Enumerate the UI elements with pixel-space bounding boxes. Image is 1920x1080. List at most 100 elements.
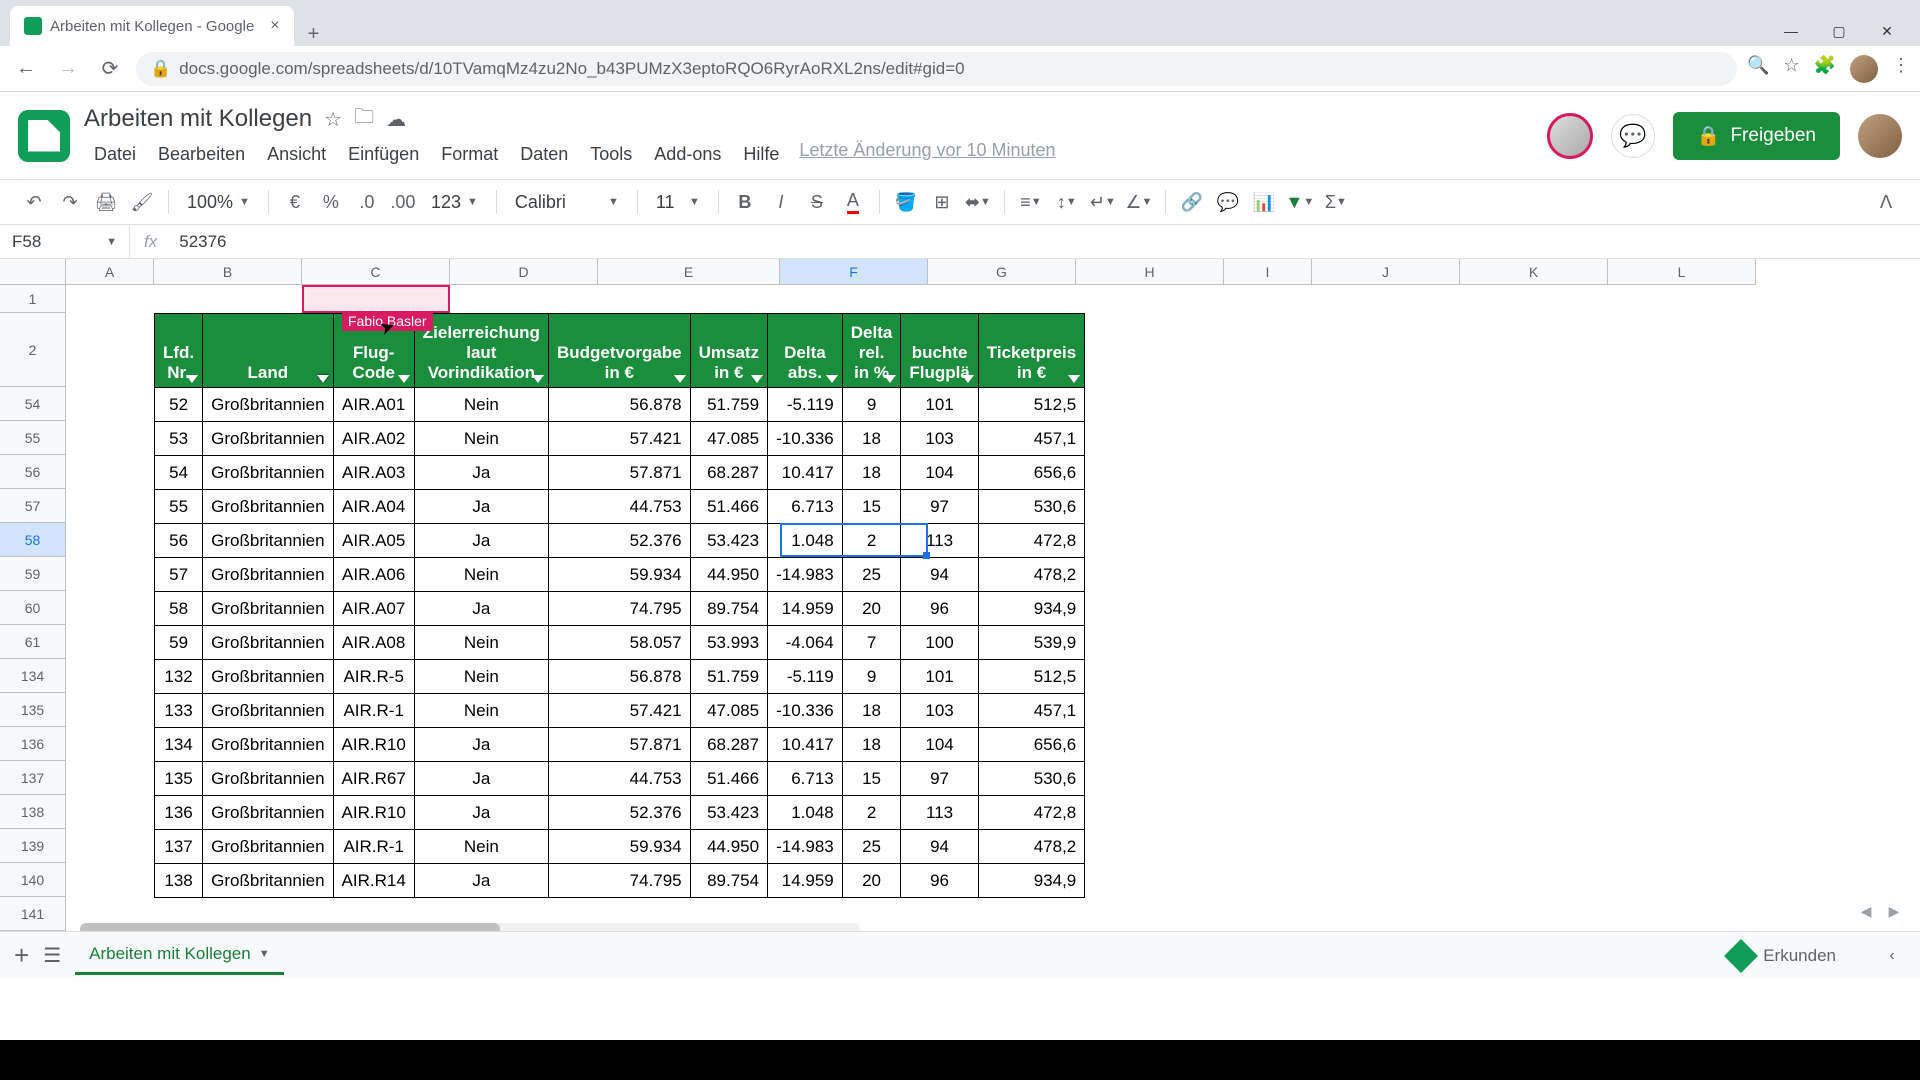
cell[interactable]: Ja	[414, 796, 548, 830]
menu-daten[interactable]: Daten	[510, 140, 578, 169]
cell[interactable]: AIR.R-1	[333, 830, 414, 864]
cell[interactable]: 530,6	[978, 762, 1084, 796]
col-header-K[interactable]: K	[1460, 259, 1608, 285]
cell[interactable]: AIR.R67	[333, 762, 414, 796]
cell[interactable]: 138	[155, 864, 203, 898]
cell[interactable]: Großbritannien	[203, 728, 333, 762]
cell[interactable]: Großbritannien	[203, 592, 333, 626]
cell[interactable]: Großbritannien	[203, 762, 333, 796]
cell[interactable]: Ja	[414, 524, 548, 558]
cell[interactable]: 539,9	[978, 626, 1084, 660]
cell[interactable]: Nein	[414, 830, 548, 864]
cell[interactable]: Großbritannien	[203, 388, 333, 422]
cell[interactable]: 57.871	[548, 728, 690, 762]
cell[interactable]: Großbritannien	[203, 490, 333, 524]
cell[interactable]: 56	[155, 524, 203, 558]
cell[interactable]: AIR.A08	[333, 626, 414, 660]
cell[interactable]: 6.713	[768, 490, 843, 524]
spreadsheet-grid[interactable]: ABCDEFGHIJKL 125455565758596061134135136…	[0, 259, 1920, 979]
cell[interactable]: AIR.A01	[333, 388, 414, 422]
cell[interactable]: 472,8	[978, 796, 1084, 830]
last-edit-text[interactable]: Letzte Änderung vor 10 Minuten	[799, 140, 1055, 169]
cell[interactable]: 15	[842, 762, 901, 796]
table-header[interactable]: Lfd. Nr.	[155, 314, 203, 388]
menu-bearbeiten[interactable]: Bearbeiten	[148, 140, 255, 169]
cell[interactable]: 53.993	[690, 626, 767, 660]
cell[interactable]: 15	[842, 490, 901, 524]
cell[interactable]: 133	[155, 694, 203, 728]
cell[interactable]: Großbritannien	[203, 660, 333, 694]
row-header[interactable]: 61	[0, 625, 66, 659]
menu-icon[interactable]: ⋮	[1892, 55, 1910, 83]
halign-button[interactable]: ≡▼	[1015, 186, 1047, 218]
cell[interactable]: 59	[155, 626, 203, 660]
cell[interactable]: Nein	[414, 388, 548, 422]
row-header[interactable]: 60	[0, 591, 66, 625]
cell[interactable]: 6.713	[768, 762, 843, 796]
row-header[interactable]: 141	[0, 897, 66, 931]
cloud-icon[interactable]: ☁	[386, 107, 406, 132]
rotate-button[interactable]: ∠▼	[1123, 186, 1155, 218]
row-header[interactable]: 134	[0, 659, 66, 693]
row-header[interactable]: 135	[0, 693, 66, 727]
cell[interactable]: 530,6	[978, 490, 1084, 524]
cell[interactable]: 94	[901, 558, 978, 592]
cell[interactable]: 54	[155, 456, 203, 490]
cell[interactable]: 1.048	[768, 796, 843, 830]
col-header-C[interactable]: C	[302, 259, 450, 285]
cell[interactable]: 478,2	[978, 830, 1084, 864]
table-header[interactable]: Delta rel. in %	[842, 314, 901, 388]
cell[interactable]: 57.421	[548, 694, 690, 728]
cell[interactable]: Großbritannien	[203, 864, 333, 898]
cell[interactable]: 9	[842, 388, 901, 422]
cell[interactable]: 103	[901, 422, 978, 456]
cell[interactable]: Großbritannien	[203, 558, 333, 592]
cell[interactable]: 58	[155, 592, 203, 626]
cell[interactable]: AIR.R10	[333, 796, 414, 830]
cell[interactable]: Nein	[414, 694, 548, 728]
row-header[interactable]: 139	[0, 829, 66, 863]
row-header[interactable]: 137	[0, 761, 66, 795]
cell[interactable]: AIR.A05	[333, 524, 414, 558]
table-header[interactable]: Land	[203, 314, 333, 388]
cell[interactable]: 10.417	[768, 728, 843, 762]
functions-button[interactable]: Σ▼	[1320, 186, 1352, 218]
fill-color-button[interactable]: 🪣	[890, 186, 922, 218]
collapse-toolbar-button[interactable]: ᐱ	[1870, 186, 1902, 218]
cell[interactable]: Ja	[414, 592, 548, 626]
row-header[interactable]: 57	[0, 489, 66, 523]
cell[interactable]: -10.336	[768, 422, 843, 456]
increase-decimal-button[interactable]: .00	[387, 186, 419, 218]
cell[interactable]: 656,6	[978, 728, 1084, 762]
cell[interactable]: 9	[842, 660, 901, 694]
valign-button[interactable]: ↕▼	[1051, 186, 1083, 218]
col-header-L[interactable]: L	[1608, 259, 1756, 285]
cell[interactable]: 47.085	[690, 694, 767, 728]
share-button[interactable]: 🔒 Freigeben	[1673, 112, 1840, 160]
explore-button[interactable]: Erkunden	[1715, 936, 1850, 976]
cell[interactable]: 52.376	[548, 524, 690, 558]
col-header-H[interactable]: H	[1076, 259, 1224, 285]
cell[interactable]: 103	[901, 694, 978, 728]
cell[interactable]: 101	[901, 388, 978, 422]
cell[interactable]: 97	[901, 490, 978, 524]
profile-avatar[interactable]	[1850, 55, 1878, 83]
cell[interactable]: 135	[155, 762, 203, 796]
col-header-A[interactable]: A	[66, 259, 154, 285]
cell[interactable]: 7	[842, 626, 901, 660]
cell[interactable]: -4.064	[768, 626, 843, 660]
sheets-logo[interactable]	[18, 110, 70, 162]
cell[interactable]: Großbritannien	[203, 694, 333, 728]
cell[interactable]: 74.795	[548, 864, 690, 898]
cell[interactable]: 52	[155, 388, 203, 422]
cell[interactable]: 512,5	[978, 388, 1084, 422]
scroll-right-button[interactable]: ▶	[1882, 899, 1906, 923]
cell[interactable]: 14.959	[768, 864, 843, 898]
cell[interactable]: Ja	[414, 864, 548, 898]
cell[interactable]: -10.336	[768, 694, 843, 728]
menu-hilfe[interactable]: Hilfe	[733, 140, 789, 169]
row-header[interactable]: 59	[0, 557, 66, 591]
cell[interactable]: 52.376	[548, 796, 690, 830]
cell[interactable]: 137	[155, 830, 203, 864]
cell[interactable]: 113	[901, 524, 978, 558]
